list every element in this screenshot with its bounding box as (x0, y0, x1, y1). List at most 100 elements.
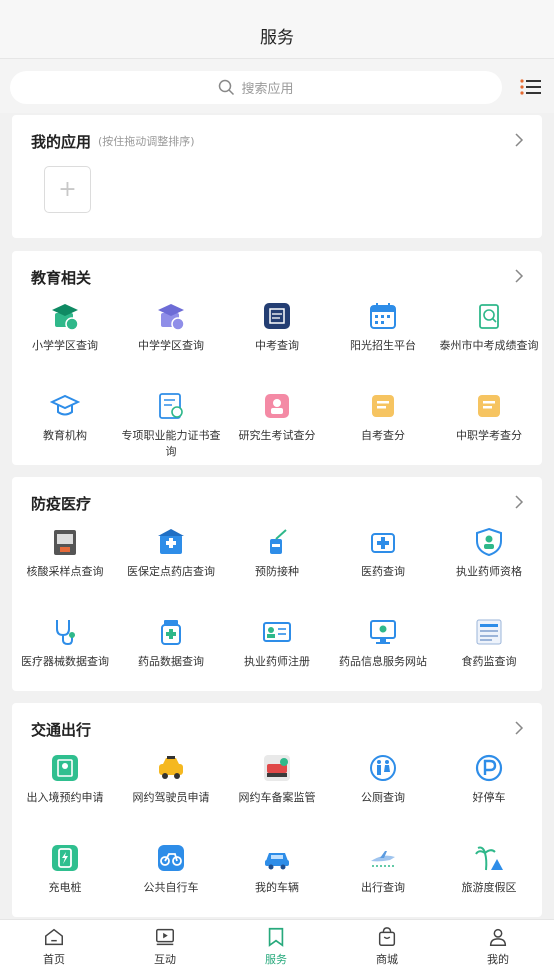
chevron-right-icon[interactable] (514, 133, 524, 147)
service-item-label: 我的车辆 (255, 881, 299, 894)
section-education: 教育相关 小学学区查询 中学学区查询 中考查询 阳光招生平台 泰州市中考成绩查询教育机构… (12, 251, 542, 465)
charging-pile-icon (52, 845, 78, 871)
food-drug-icon (476, 619, 502, 645)
chevron-right-icon[interactable] (514, 495, 524, 509)
my-apps-card: 我的应用 (按住拖动调整排序) + (12, 115, 542, 238)
taxi-icon (159, 756, 183, 779)
service-item[interactable]: 出行查询 (327, 843, 439, 896)
service-item[interactable]: 网约驾驶员申请 (115, 753, 227, 806)
service-item-label: 出行查询 (361, 881, 405, 894)
nav-item-label: 互动 (154, 953, 176, 966)
service-item-label: 充电桩 (48, 881, 82, 894)
my-apps-header[interactable]: 我的应用 (按住拖动调整排序) (31, 129, 528, 153)
graduation-cap-icon (50, 394, 80, 416)
palm-tree-icon (475, 846, 503, 871)
service-item-label: 专项职业能力证书查询 (121, 429, 221, 458)
section-header[interactable]: 防疫医疗 (31, 491, 528, 515)
search-icon (219, 79, 235, 96)
service-item-label: 中职学考查分 (456, 429, 522, 442)
service-item[interactable]: 公厕查询 (327, 753, 439, 806)
service-item[interactable]: 药品信息服务网站 (327, 617, 439, 670)
service-item[interactable]: 医药查询 (327, 527, 439, 580)
service-item[interactable]: 旅游度假区 (433, 843, 545, 896)
car-registry-icon (264, 755, 290, 781)
service-item[interactable]: 食药监查询 (433, 617, 545, 670)
nav-item[interactable]: 首页 (19, 926, 89, 967)
nav-item[interactable]: 我的 (463, 926, 533, 967)
service-item[interactable]: 阳光招生平台 (327, 301, 439, 354)
service-item[interactable]: 专项职业能力证书查询 (115, 391, 227, 460)
service-item[interactable]: 公共自行车 (115, 843, 227, 896)
graduate-exam-icon (265, 394, 289, 418)
vaccine-icon (270, 529, 287, 554)
bottom-nav: 首页 互动 服务 商城 我的 (0, 919, 554, 971)
shopping-bag-icon (378, 927, 396, 946)
medicine-bottle-icon (161, 620, 181, 645)
service-item[interactable]: 充电桩 (9, 843, 121, 896)
service-item-label: 执业药师注册 (244, 655, 310, 668)
section-transport: 交通出行 出入境预约申请 网约驾驶员申请 网约车备案监管 公厕查询 好停车充电桩 公共自行… (12, 703, 542, 917)
service-item[interactable]: 研究生考试查分 (221, 391, 333, 444)
service-item-label: 网约驾驶员申请 (132, 791, 210, 804)
service-item[interactable]: 小学学区查询 (9, 301, 121, 354)
nav-item[interactable]: 商城 (352, 926, 422, 967)
service-item[interactable]: 教育机构 (9, 391, 121, 444)
section-medical: 防疫医疗 核酸采样点查询 医保定点药店查询 预防接种 医药查询 执业药师资格医疗器械数据… (12, 477, 542, 691)
service-item-label: 公共自行车 (143, 881, 199, 894)
service-item[interactable]: 中职学考查分 (433, 391, 545, 444)
nav-item[interactable]: 互动 (130, 926, 200, 967)
chevron-right-icon[interactable] (514, 269, 524, 283)
section-header[interactable]: 交通出行 (31, 717, 528, 741)
stethoscope-icon (56, 620, 75, 646)
nav-item[interactable]: 服务 (241, 926, 311, 967)
service-item-label: 研究生考试查分 (238, 429, 316, 442)
home-icon (45, 928, 63, 946)
service-item[interactable]: 泰州市中考成绩查询 (433, 301, 545, 354)
parking-icon (475, 754, 503, 782)
pharmacy-icon (158, 529, 184, 554)
certificate-icon (159, 393, 183, 419)
service-item-label: 出入境预约申请 (26, 791, 104, 804)
service-item-label: 药品数据查询 (138, 655, 204, 668)
calendar-icon (370, 303, 396, 329)
section-title: 教育相关 (31, 268, 92, 287)
nav-item-label: 我的 (487, 953, 509, 966)
service-item[interactable]: 执业药师注册 (221, 617, 333, 670)
nucleic-test-icon (54, 530, 76, 555)
restroom-icon (370, 755, 396, 781)
section-header[interactable]: 教育相关 (31, 265, 528, 289)
section-title: 交通出行 (31, 720, 92, 739)
service-item[interactable]: 执业药师资格 (433, 527, 545, 580)
service-item[interactable]: 我的车辆 (221, 843, 333, 896)
service-item[interactable]: 出入境预约申请 (9, 753, 121, 806)
service-item[interactable]: 医保定点药店查询 (115, 527, 227, 580)
id-card-icon (263, 622, 291, 642)
my-apps-title: 我的应用 (31, 132, 92, 151)
chevron-right-icon[interactable] (514, 721, 524, 735)
service-item[interactable]: 医疗器械数据查询 (9, 617, 121, 670)
service-item[interactable]: 中学学区查询 (115, 301, 227, 354)
list-menu-icon[interactable] (520, 78, 542, 96)
pharmacist-shield-icon (476, 527, 502, 557)
service-item[interactable]: 预防接种 (221, 527, 333, 580)
profile-icon (489, 928, 507, 946)
service-item[interactable]: 药品数据查询 (115, 617, 227, 670)
bicycle-icon (158, 845, 184, 871)
service-item-label: 核酸采样点查询 (26, 565, 104, 578)
service-item[interactable]: 好停车 (433, 753, 545, 806)
search-input[interactable]: 搜索应用 (10, 71, 502, 104)
search-placeholder: 搜索应用 (241, 82, 294, 97)
service-item[interactable]: 网约车备案监管 (221, 753, 333, 806)
video-icon (156, 928, 174, 946)
school-cap-green-icon (52, 304, 79, 331)
page-title: 服务 (260, 27, 294, 48)
service-item[interactable]: 核酸采样点查询 (9, 527, 121, 580)
service-item-label: 自考查分 (361, 429, 405, 442)
service-item-label: 好停车 (472, 791, 506, 804)
service-item[interactable]: 自考查分 (327, 391, 439, 444)
vocational-exam-icon (478, 395, 500, 417)
service-item-label: 医疗器械数据查询 (21, 655, 109, 668)
service-item[interactable]: 中考查询 (221, 301, 333, 354)
medicine-kit-icon (371, 533, 395, 553)
add-app-button[interactable]: + (44, 166, 91, 213)
